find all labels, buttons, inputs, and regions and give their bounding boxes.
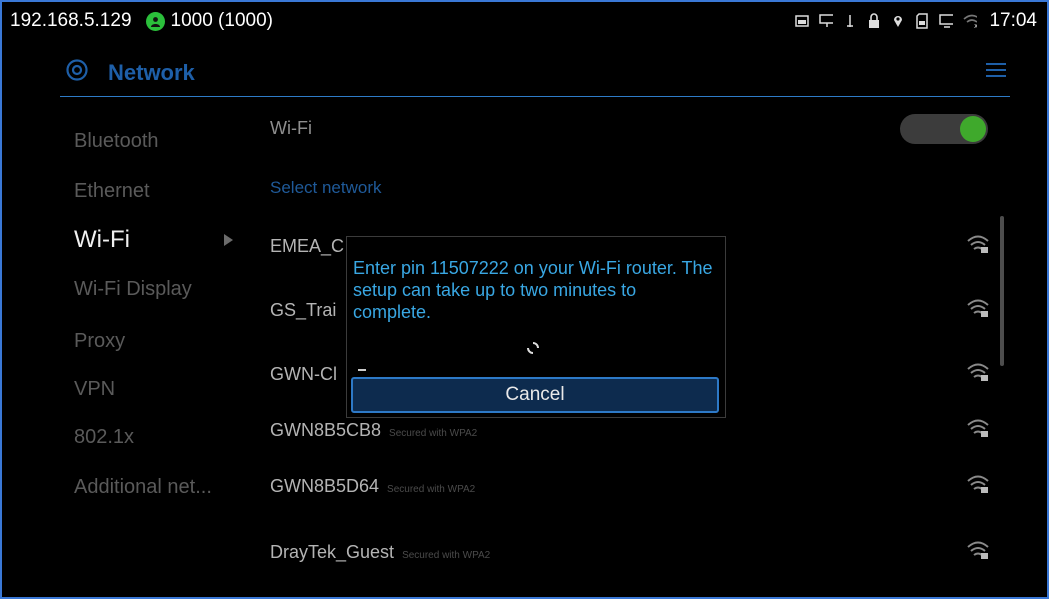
network-settings-icon bbox=[66, 59, 88, 81]
network-row[interactable]: DrayTek_Guest Secured with WPA2 bbox=[270, 534, 1005, 574]
network-security: Secured with WPA2 bbox=[387, 484, 476, 495]
ip-address: 192.168.5.129 bbox=[10, 10, 132, 31]
network-name: GWN-Cl bbox=[270, 364, 337, 384]
progress-spinner-icon bbox=[527, 341, 539, 354]
dialog-message: Enter pin 11507222 on your Wi-Fi router.… bbox=[353, 258, 713, 322]
wifi-toggle[interactable] bbox=[900, 114, 988, 144]
network-row[interactable]: GWN8B5CB8 Secured with WPA2 bbox=[270, 412, 1005, 452]
cancel-button[interactable]: Cancel bbox=[351, 377, 719, 413]
network-security: Secured with WPA2 bbox=[402, 550, 491, 561]
svg-text:x: x bbox=[974, 22, 977, 28]
toggle-knob bbox=[960, 116, 986, 142]
account-status: 1000 (1000) bbox=[145, 10, 273, 32]
active-arrow-icon bbox=[224, 234, 233, 246]
network-name: DrayTek_Guest bbox=[270, 542, 395, 562]
lock-icon bbox=[867, 13, 881, 29]
wifi-locked-icon bbox=[967, 234, 989, 254]
nav-item-additional-network[interactable]: Additional net... bbox=[74, 476, 212, 499]
clock: 17:04 bbox=[989, 10, 1037, 31]
select-network-heading: Select network bbox=[270, 178, 382, 197]
nav-item-bluetooth[interactable]: Bluetooth bbox=[74, 130, 159, 153]
network-name: GWN8B5CB8 bbox=[270, 420, 382, 440]
extension-label: 1000 (1000) bbox=[170, 10, 273, 31]
app-header: Network bbox=[60, 40, 1010, 97]
network-name: GS_Trai bbox=[270, 300, 337, 320]
nav-item-wifi[interactable]: Wi-Fi bbox=[74, 226, 130, 254]
nav-item-8021x[interactable]: 802.1x bbox=[74, 426, 134, 449]
wifi-locked-icon bbox=[967, 474, 989, 494]
nav-item-vpn[interactable]: VPN bbox=[74, 378, 115, 401]
usb-icon bbox=[843, 13, 857, 29]
network-security: Secured with WPA2 bbox=[389, 428, 478, 439]
nav-item-ethernet[interactable]: Ethernet bbox=[74, 180, 150, 203]
status-bar: 192.168.5.129 1000 (1000) x 17:04 bbox=[2, 2, 1047, 40]
menu-icon[interactable] bbox=[986, 62, 1006, 78]
scrollbar[interactable] bbox=[1000, 216, 1004, 366]
wps-pin-dialog: Enter pin 11507222 on your Wi-Fi router.… bbox=[346, 236, 726, 418]
page-title: Network bbox=[108, 60, 195, 85]
screenshot-icon bbox=[795, 13, 810, 29]
wifi-locked-icon bbox=[967, 362, 989, 382]
wifi-toggle-label: Wi-Fi bbox=[270, 118, 312, 138]
network-name: EMEA_C bbox=[270, 236, 345, 256]
display-icon bbox=[939, 13, 954, 29]
wifi-off-icon: x bbox=[963, 13, 978, 29]
wifi-locked-icon bbox=[967, 298, 989, 318]
network-row[interactable]: GWN8B5D64 Secured with WPA2 bbox=[270, 468, 1005, 508]
sd-card-icon bbox=[915, 13, 929, 29]
network-name: GWN8B5D64 bbox=[270, 476, 380, 496]
location-icon bbox=[891, 13, 905, 29]
account-registered-icon bbox=[145, 11, 165, 31]
wifi-locked-icon bbox=[967, 540, 989, 560]
text-cursor bbox=[358, 369, 366, 371]
screen: 192.168.5.129 1000 (1000) x 17:04 Networ… bbox=[0, 0, 1049, 599]
nav-item-wifi-display[interactable]: Wi-Fi Display bbox=[74, 278, 192, 301]
wifi-locked-icon bbox=[967, 418, 989, 438]
network-icon bbox=[819, 13, 834, 29]
nav-item-proxy[interactable]: Proxy bbox=[74, 330, 125, 353]
